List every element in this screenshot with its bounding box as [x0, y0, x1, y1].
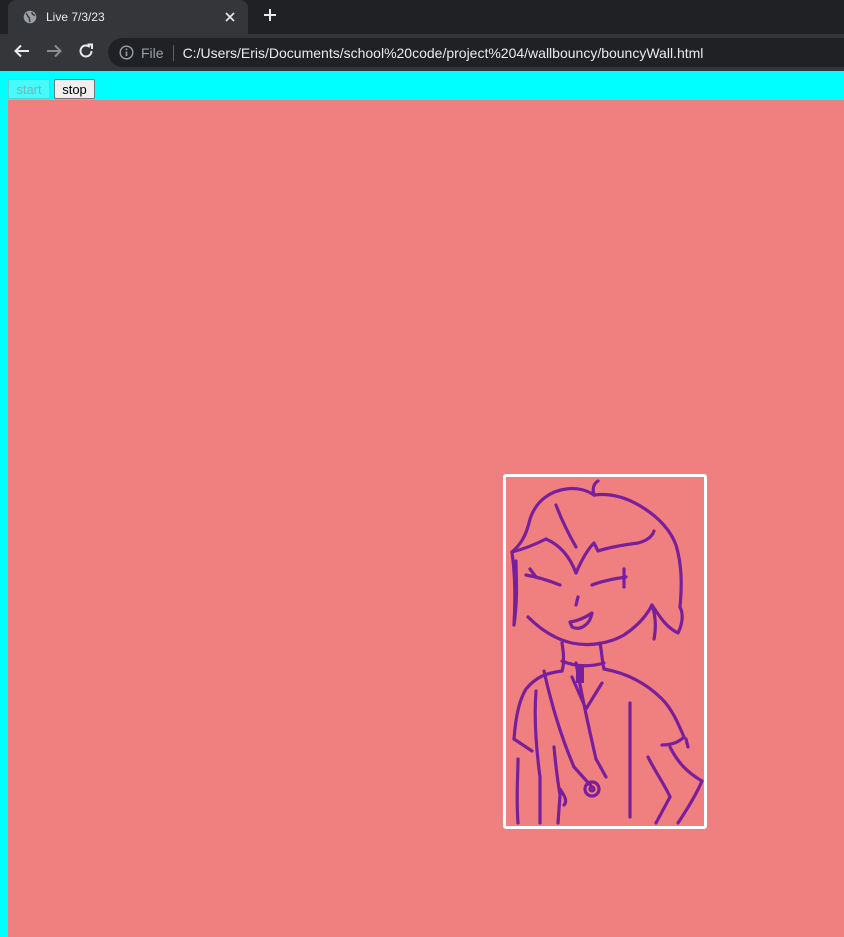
reload-button[interactable]	[72, 39, 100, 67]
page-viewport: start stop	[0, 71, 844, 937]
close-icon[interactable]	[222, 9, 238, 25]
bouncy-wall	[8, 100, 844, 937]
new-tab-button[interactable]	[258, 6, 282, 28]
arrow-right-icon	[45, 42, 63, 65]
plus-icon	[263, 8, 277, 27]
start-button[interactable]: start	[8, 79, 50, 99]
tab-title: Live 7/3/23	[46, 10, 105, 24]
arrow-left-icon	[13, 42, 31, 65]
address-bar[interactable]: File C:/Users/Eris/Documents/school%20co…	[108, 38, 844, 67]
controls: start stop	[8, 79, 95, 100]
info-icon[interactable]	[118, 45, 134, 61]
browser-tab[interactable]: Live 7/3/23	[8, 0, 248, 34]
globe-icon	[22, 9, 38, 25]
scheme-label: File	[141, 44, 164, 61]
url-text[interactable]: C:/Users/Eris/Documents/school%20code/pr…	[183, 45, 704, 61]
reload-icon	[77, 42, 95, 65]
forward-button[interactable]	[40, 39, 68, 67]
stop-button[interactable]: stop	[54, 79, 95, 99]
bouncing-image	[503, 474, 707, 829]
omnibox-divider	[172, 44, 174, 61]
drawn-character-image	[510, 479, 704, 825]
back-button[interactable]	[8, 39, 36, 67]
browser-toolbar: File C:/Users/Eris/Documents/school%20co…	[0, 34, 844, 71]
tab-strip: Live 7/3/23	[0, 0, 844, 34]
